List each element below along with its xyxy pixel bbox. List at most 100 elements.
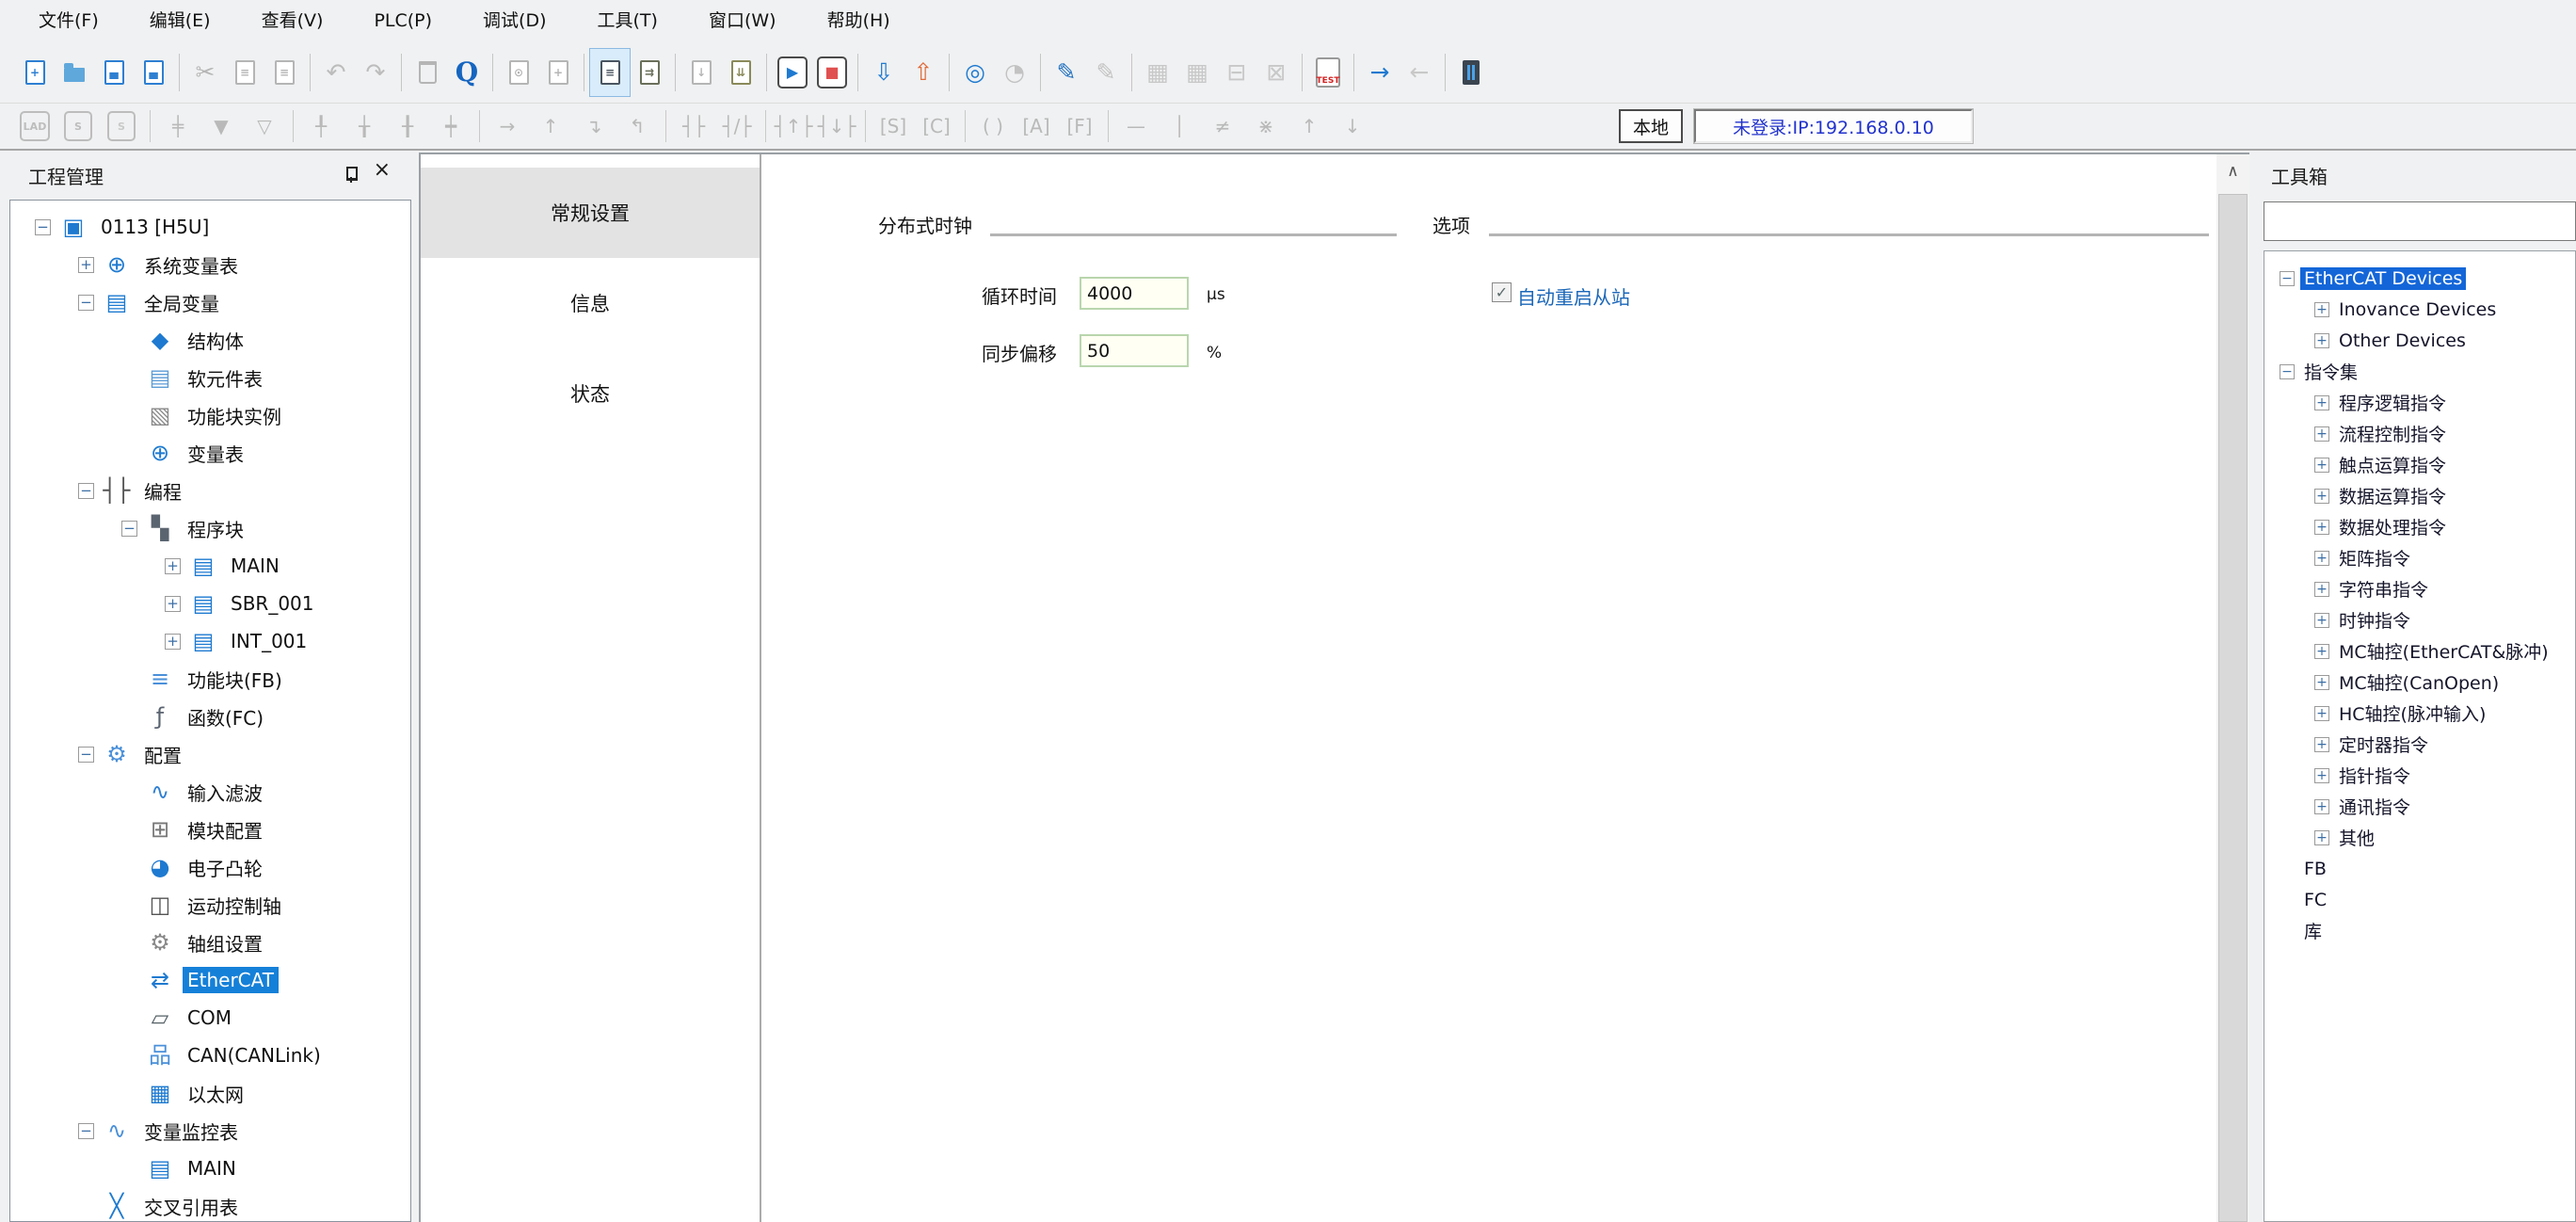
compile-button[interactable]: ≡ bbox=[590, 49, 630, 96]
coil-app-button[interactable]: [A] bbox=[1015, 107, 1058, 145]
tree-item-input-filter-wave[interactable]: ∿ 输入滤波 bbox=[10, 773, 410, 811]
tree-item-globe[interactable]: + ⊕ 系统变量表 bbox=[10, 246, 410, 283]
coil-down-filled-button[interactable]: ▼ bbox=[200, 107, 243, 145]
toolbox-tree-item[interactable]: − EtherCAT Devices bbox=[2264, 263, 2575, 294]
logout-button[interactable]: ← bbox=[1400, 49, 1439, 96]
tree-item-device-table[interactable]: ▤ 软元件表 bbox=[10, 359, 410, 396]
expander-toggle[interactable]: + bbox=[2314, 675, 2329, 690]
scroll-up-arrow-icon[interactable]: ∧ bbox=[2216, 154, 2249, 188]
expander-toggle[interactable]: − bbox=[121, 521, 137, 537]
upload-list-button[interactable]: ⇊ bbox=[721, 49, 760, 96]
expander-toggle[interactable]: + bbox=[2314, 737, 2329, 752]
clock-monitor-button[interactable]: ◔ bbox=[995, 49, 1034, 96]
insert-rung-below-button[interactable]: ╁ bbox=[343, 107, 386, 145]
toolbox-tree-item[interactable]: FC bbox=[2264, 884, 2575, 915]
toolbox-tree-item[interactable]: + 流程控制指令 bbox=[2264, 418, 2575, 449]
new-project-button[interactable]: + bbox=[15, 49, 55, 96]
delete-vline-button[interactable]: ⋇ bbox=[1244, 107, 1288, 145]
expander-toggle[interactable]: + bbox=[165, 596, 181, 612]
tree-item-cross-reference[interactable]: ╳ 交叉引用表 bbox=[10, 1187, 410, 1222]
grid-delete-button[interactable]: ▦ bbox=[1177, 49, 1217, 96]
tree-item-variable-globe[interactable]: ⊕ 变量表 bbox=[10, 434, 410, 472]
tree-item-motion-axis[interactable]: ◫ 运动控制轴 bbox=[10, 886, 410, 924]
toolbox-tree-item[interactable]: + 触点运算指令 bbox=[2264, 449, 2575, 480]
cut-button[interactable]: ✂ bbox=[185, 49, 225, 96]
tree-item-ethercat-arrows[interactable]: ⇄ EtherCAT bbox=[10, 961, 410, 999]
tree-item-fb-instance-cube[interactable]: ▧ 功能块实例 bbox=[10, 396, 410, 434]
row-delete-button[interactable]: ⊠ bbox=[1256, 49, 1296, 96]
toolbox-tree-item[interactable]: + MC轴控(EtherCAT&脉冲) bbox=[2264, 635, 2575, 667]
coil-count-button[interactable]: [C] bbox=[915, 107, 958, 145]
open-project-button[interactable] bbox=[55, 49, 94, 96]
tree-item-electronic-cam[interactable]: ◕ 电子凸轮 bbox=[10, 848, 410, 886]
toolbox-search-input[interactable] bbox=[2264, 201, 2576, 241]
tree-item-plc-monitor[interactable]: − ▣ 0113 [H5U] bbox=[10, 208, 410, 246]
expander-toggle[interactable]: + bbox=[2314, 333, 2329, 348]
expander-toggle[interactable]: + bbox=[2314, 644, 2329, 659]
expander-toggle[interactable]: + bbox=[2314, 582, 2329, 597]
expander-toggle[interactable]: + bbox=[165, 634, 181, 650]
toolbox-tree-item[interactable]: + MC轴控(CanOpen) bbox=[2264, 667, 2575, 698]
menu-item[interactable]: 工具(T) bbox=[572, 0, 683, 41]
run-button[interactable]: ▶ bbox=[773, 49, 812, 96]
tree-item-program-doc[interactable]: + ▤ MAIN bbox=[10, 547, 410, 585]
tree-item-can-network[interactable]: 品 CAN(CANLink) bbox=[10, 1037, 410, 1074]
toolbox-tree-item[interactable]: FB bbox=[2264, 853, 2575, 884]
expander-toggle[interactable]: + bbox=[2314, 706, 2329, 721]
toolbox-tree-item[interactable]: + Other Devices bbox=[2264, 325, 2575, 356]
expander-toggle[interactable]: − bbox=[78, 747, 94, 763]
tree-item-module-config[interactable]: ⊞ 模块配置 bbox=[10, 811, 410, 848]
settings-tab[interactable]: 状态 bbox=[421, 348, 760, 439]
tree-item-config-gear[interactable]: − ⚙ 配置 bbox=[10, 735, 410, 773]
copy-button[interactable]: ≡ bbox=[225, 49, 264, 96]
expander-toggle[interactable]: − bbox=[35, 219, 51, 235]
row-insert-button[interactable]: ⊟ bbox=[1217, 49, 1256, 96]
find-button[interactable]: Q bbox=[447, 49, 487, 96]
expander-toggle[interactable]: + bbox=[2314, 458, 2329, 473]
menu-item[interactable]: PLC(P) bbox=[348, 0, 457, 41]
tree-item-axis-group-gear[interactable]: ⚙ 轴组设置 bbox=[10, 924, 410, 961]
line-corner-up-button[interactable]: ↰ bbox=[616, 107, 659, 145]
tree-item-watch-table-wave[interactable]: − ∿ 变量监控表 bbox=[10, 1112, 410, 1150]
scrollbar-thumb[interactable] bbox=[2218, 194, 2248, 1222]
tree-item-global-var-doc[interactable]: − ▤ 全局变量 bbox=[10, 283, 410, 321]
save-button[interactable]: ▄ bbox=[94, 49, 134, 96]
contact-closed-button[interactable]: ┤/├ bbox=[715, 107, 759, 145]
expander-toggle[interactable]: + bbox=[2314, 302, 2329, 317]
close-icon[interactable]: × bbox=[374, 160, 391, 181]
menu-item[interactable]: 编辑(E) bbox=[124, 0, 236, 41]
line-right-button[interactable]: → bbox=[486, 107, 529, 145]
login-status-button[interactable]: 未登录:IP:192.168.0.10 bbox=[1694, 109, 1973, 143]
write-monitor-button[interactable]: ✎ bbox=[1047, 49, 1086, 96]
expander-toggle[interactable]: + bbox=[2314, 489, 2329, 504]
menu-item[interactable]: 调试(D) bbox=[457, 0, 571, 41]
move-up-button[interactable]: ↑ bbox=[1288, 107, 1331, 145]
expander-toggle[interactable]: − bbox=[78, 1123, 94, 1139]
tree-item-watch-doc[interactable]: ▤ MAIN bbox=[10, 1150, 410, 1187]
delete-button[interactable] bbox=[408, 49, 447, 96]
settings-tab[interactable]: 信息 bbox=[421, 258, 760, 348]
coil-set-button[interactable]: [S] bbox=[872, 107, 915, 145]
delete-hline-button[interactable]: ≠ bbox=[1201, 107, 1244, 145]
paste-button[interactable]: ≡ bbox=[264, 49, 304, 96]
draw-vline-button[interactable]: │ bbox=[1158, 107, 1201, 145]
toolbox-tree-item[interactable]: + 指针指令 bbox=[2264, 760, 2575, 791]
tree-item-ethernet-port[interactable]: ▦ 以太网 bbox=[10, 1074, 410, 1112]
print-preview-button[interactable]: ⊙ bbox=[499, 49, 538, 96]
contact-rising-button[interactable]: ┤↑├ bbox=[772, 107, 815, 145]
device-module-button[interactable] bbox=[1451, 49, 1491, 96]
expander-toggle[interactable]: + bbox=[2314, 551, 2329, 566]
menu-item[interactable]: 查看(V) bbox=[236, 0, 349, 41]
merge-branch-button[interactable]: ┿ bbox=[429, 107, 472, 145]
compile-all-button[interactable]: ⇉ bbox=[630, 49, 669, 96]
tree-item-program-blocks[interactable]: − ▚ 程序块 bbox=[10, 509, 410, 547]
download-plc-button[interactable]: ⇩ bbox=[864, 49, 904, 96]
coil-func-button[interactable]: [F] bbox=[1058, 107, 1101, 145]
insert-contact-node-button[interactable]: ╪ bbox=[156, 107, 200, 145]
coil-down-hollow-button[interactable]: ▽ bbox=[243, 107, 286, 145]
expander-toggle[interactable]: − bbox=[78, 483, 94, 499]
usb-test-button[interactable]: TEST bbox=[1308, 49, 1348, 96]
tree-item-com-port[interactable]: ▱ COM bbox=[10, 999, 410, 1037]
expander-toggle[interactable]: + bbox=[2314, 613, 2329, 628]
stl-mode-button[interactable]: S bbox=[100, 107, 143, 145]
